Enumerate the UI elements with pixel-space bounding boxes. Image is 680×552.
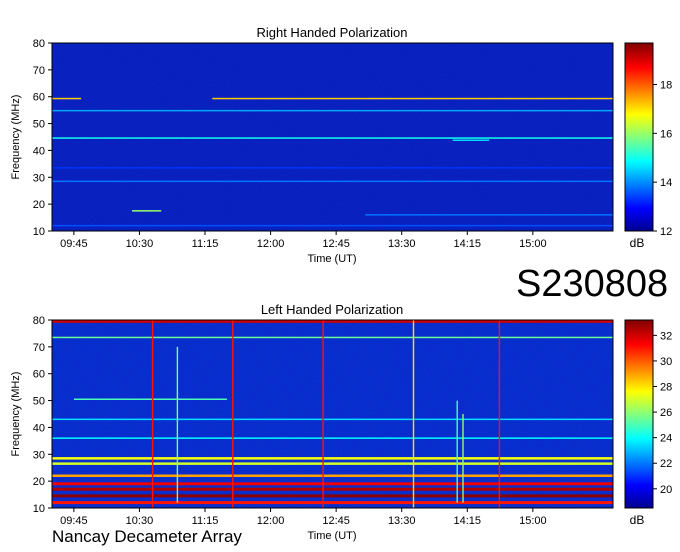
- lhp-y-tick-label-6: 70: [33, 342, 45, 354]
- lhp-x-tick-label-5: 13:30: [388, 515, 416, 527]
- rhp-colorbar-ticks: 12 14 16 18: [653, 80, 672, 238]
- rhp-y-axis-label: Frequency (MHz): [10, 95, 22, 180]
- rhp-y-tick-label-7: 80: [33, 38, 45, 50]
- lhp-plot-texture: [52, 320, 613, 508]
- lhp-burst-18: [456, 400, 458, 503]
- lhp-band-6: [52, 462, 613, 465]
- rhp-y-tick-label-1: 20: [33, 199, 45, 211]
- lhp-x-axis: 09:45 10:30 11:15 12:00 12:45 13:30 14:15 15:00: [60, 508, 547, 527]
- rhp-band-6: [52, 167, 613, 169]
- lhp-colorbar-tick-label-0: 20: [660, 484, 672, 496]
- lhp-band-11: [52, 501, 613, 505]
- rhp-y-tick-label-6: 70: [33, 65, 45, 77]
- lhp-y-axis: 10 20 30 40 50 60 70 80: [33, 315, 52, 515]
- lhp-band-10: [52, 494, 613, 498]
- lhp-colorbar-label: dB: [630, 513, 645, 527]
- lhp-title: Left Handed Polarization: [261, 302, 403, 317]
- lhp-band-4: [52, 437, 613, 439]
- rhp-colorbar-tick-label-2: 16: [660, 128, 672, 140]
- lhp-x-tick-label-0: 09:45: [60, 515, 88, 527]
- lhp-x-tick-label-7: 15:00: [519, 515, 547, 527]
- rhp-band-2: [52, 109, 613, 112]
- rhp-band-7: [132, 210, 162, 212]
- rhp-x-axis: 09:45 10:30 11:15 12:00 12:45 13:30 14:15 15:00: [60, 231, 547, 250]
- lhp-panel: Left Handed Polarization 10 20 30 40 50 60 70 8…: [10, 302, 672, 542]
- lhp-colorbar-tick-label-5: 30: [660, 356, 672, 368]
- lhp-colorbar-tick-label-4: 28: [660, 382, 672, 394]
- rhp-band-3: [52, 137, 613, 139]
- rhp-colorbar-label: dB: [630, 236, 645, 250]
- lhp-y-axis-label: Frequency (MHz): [10, 372, 22, 457]
- rhp-y-tick-label-4: 50: [33, 119, 45, 131]
- lhp-x-tick-label-2: 11:15: [192, 515, 219, 527]
- rhp-band-8: [365, 214, 613, 216]
- rhp-x-tick-label-5: 13:30: [388, 238, 416, 250]
- lhp-y-tick-label-0: 10: [33, 503, 45, 515]
- rhp-panel: Right Handed Polarization 10 20 30 40 50 60 70…: [10, 25, 672, 265]
- lhp-burst-16: [498, 320, 501, 508]
- lhp-burst-17: [176, 346, 179, 503]
- rhp-x-tick-label-1: 10:30: [126, 238, 154, 250]
- rhp-y-tick-label-0: 10: [33, 226, 45, 238]
- lhp-burst-19: [462, 414, 464, 503]
- lhp-x-tick-label-6: 14:15: [454, 515, 482, 527]
- rhp-band-4: [452, 139, 490, 141]
- lhp-y-tick-label-5: 60: [33, 369, 45, 381]
- lhp-y-tick-label-4: 50: [33, 396, 45, 408]
- lhp-burst-13: [232, 320, 234, 508]
- rhp-x-axis-label: Time (UT): [307, 253, 356, 265]
- lhp-burst-14: [322, 320, 324, 508]
- rhp-x-tick-label-3: 12:00: [257, 238, 285, 250]
- lhp-colorbar-tick-label-3: 26: [660, 407, 672, 419]
- rhp-x-tick-label-2: 11:15: [192, 238, 219, 250]
- lhp-colorbar-ticks: 20 22 24 26 28 30 32: [653, 330, 672, 496]
- instrument-label: Nancay Decameter Array: [52, 527, 242, 546]
- rhp-band-9: [52, 224, 613, 227]
- rhp-y-tick-label-5: 60: [33, 92, 45, 104]
- lhp-band-1: [52, 336, 613, 339]
- rhp-y-tick-label-3: 40: [33, 145, 45, 157]
- lhp-x-tick-label-1: 10:30: [126, 515, 154, 527]
- lhp-y-tick-label-3: 40: [33, 422, 45, 434]
- rhp-x-tick-label-7: 15:00: [519, 238, 547, 250]
- lhp-burst-15: [412, 320, 415, 508]
- lhp-band-9: [52, 487, 613, 491]
- rhp-y-tick-label-2: 30: [33, 172, 45, 184]
- lhp-colorbar-tick-label-6: 32: [660, 330, 672, 342]
- lhp-colorbar-tick-label-1: 22: [660, 458, 672, 470]
- event-code-label: S230808: [516, 263, 669, 305]
- lhp-y-tick-label-2: 30: [33, 449, 45, 461]
- lhp-band-5: [52, 457, 613, 460]
- rhp-band-0: [52, 97, 82, 100]
- rhp-x-tick-label-6: 14:15: [454, 238, 482, 250]
- rhp-band-5: [52, 180, 613, 183]
- lhp-band-7: [52, 474, 613, 477]
- lhp-y-tick-label-7: 80: [33, 315, 45, 327]
- rhp-x-tick-label-4: 12:45: [322, 238, 350, 250]
- rhp-colorbar-tick-label-0: 12: [660, 226, 672, 238]
- lhp-colorbar: [624, 319, 654, 509]
- rhp-colorbar-tick-label-3: 18: [660, 80, 672, 92]
- lhp-band-3: [52, 418, 613, 421]
- lhp-x-tick-label-3: 12:00: [257, 515, 285, 527]
- lhp-y-tick-label-1: 20: [33, 476, 45, 488]
- lhp-x-tick-label-4: 12:45: [322, 515, 350, 527]
- rhp-colorbar-tick-label-1: 14: [660, 177, 672, 189]
- rhp-plot-texture: [52, 43, 613, 231]
- rhp-band-1: [212, 97, 614, 100]
- lhp-burst-12: [151, 320, 154, 508]
- lhp-x-axis-label: Time (UT): [307, 530, 356, 542]
- lhp-colorbar-tick-label-2: 24: [660, 433, 672, 445]
- lhp-band-8: [52, 482, 613, 486]
- rhp-colorbar: [624, 42, 654, 232]
- rhp-y-axis: 10 20 30 40 50 60 70 80: [33, 38, 52, 238]
- rhp-title: Right Handed Polarization: [256, 25, 407, 40]
- rhp-x-tick-label-0: 09:45: [60, 238, 88, 250]
- lhp-band-2: [73, 398, 227, 400]
